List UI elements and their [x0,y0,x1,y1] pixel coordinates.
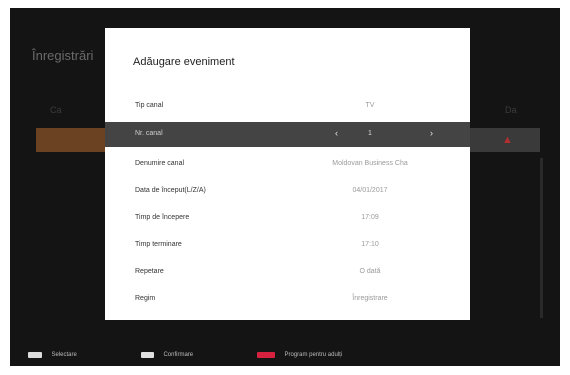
row-label: Timp terminare [135,241,182,248]
mode-row[interactable]: Regim Înregistrare [105,287,470,312]
channel-name-value: Moldovan Business Cha [332,160,408,167]
mode-value: Înregistrare [352,295,388,302]
background-page-title: Înregistrări [32,48,94,63]
row-label: Data de început(L/Z/A) [135,187,206,194]
start-time-row[interactable]: Timp de începere 17:09 [105,206,470,231]
background-scrollbar [540,158,543,318]
add-event-dialog: Adăugare eveniment Tip canal TV Nr. cana… [105,28,470,320]
dialog-title: Adăugare eveniment [133,56,235,68]
channel-number-value: 1 [368,130,372,137]
select-hint: Selectare [28,346,77,358]
row-label: Nr. canal [135,130,163,137]
adult-program-hint: Program pentru adulți [257,346,342,358]
up-down-key-icon [28,351,42,358]
start-date-row[interactable]: Data de început(L/Z/A) 04/01/2017 [105,179,470,204]
ok-key-icon [141,351,154,358]
end-time-value: 17:10 [361,241,379,248]
background-column-header: Ca [50,105,62,115]
confirm-hint-label: Confirmare [163,351,194,358]
channel-name-row[interactable]: Denumire canal Moldovan Business Cha [105,152,470,177]
chevron-right-icon[interactable]: › [430,128,433,138]
channel-type-row[interactable]: Tip canal TV [105,94,470,119]
row-label: Repetare [135,268,164,275]
row-label: Tip canal [135,102,164,109]
adult-program-hint-label: Program pentru adulți [284,351,343,358]
background-column-header: Da [505,105,517,115]
row-label: Denumire canal [135,160,185,167]
red-key-icon [257,351,275,358]
tv-screen: Înregistrări Ca Da ▲ Adăugare eveniment … [10,8,560,366]
background-selected-row [36,128,116,152]
channel-type-value: TV [365,102,375,109]
row-label: Timp de începere [135,214,190,221]
footer-hints: Selectare Confirmare Program pentru adul… [10,346,560,360]
start-time-value: 17:09 [361,214,379,221]
end-time-row[interactable]: Timp terminare 17:10 [105,233,470,258]
row-label: Regim [135,295,156,302]
repeat-value: O dată [359,268,381,275]
start-date-value: 04/01/2017 [352,187,388,194]
repeat-row[interactable]: Repetare O dată [105,260,470,285]
channel-number-row[interactable]: Nr. canal ‹ 1 › [105,122,470,147]
confirm-hint: Confirmare [141,346,193,358]
record-icon: ▲ [502,134,513,146]
select-hint-label: Selectare [51,351,77,358]
